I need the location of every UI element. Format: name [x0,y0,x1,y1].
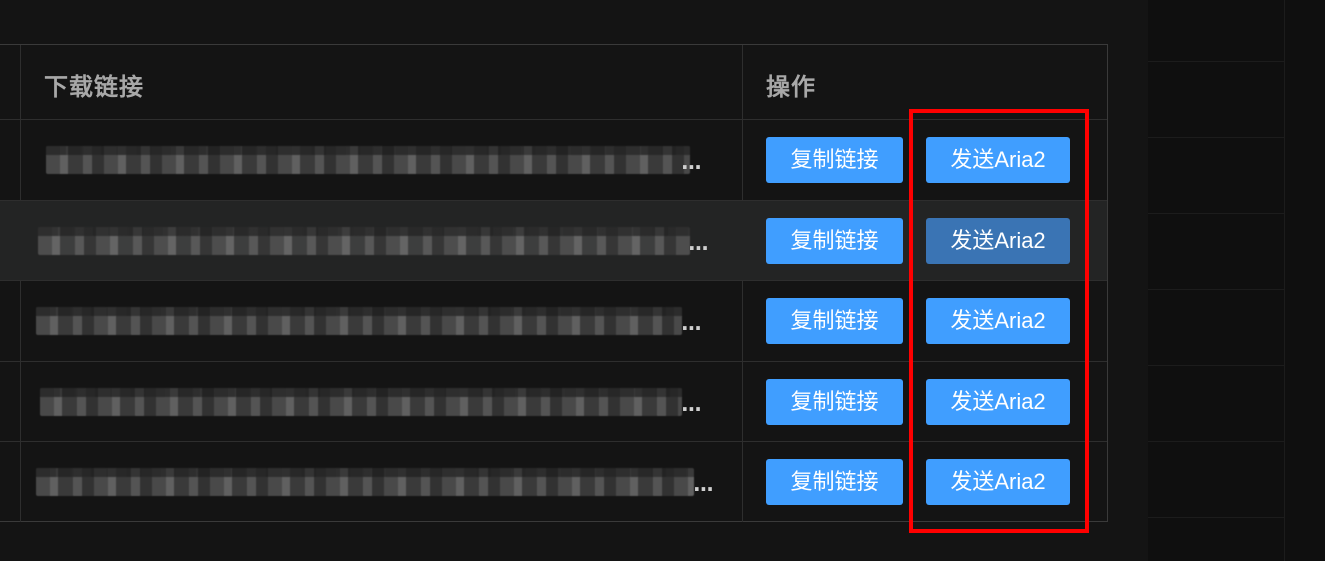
ellipsis: ... [688,230,709,255]
download-link-cell[interactable]: ... [36,442,714,522]
divider [1148,61,1284,62]
ellipsis: ... [693,472,714,496]
redacted-link-text [36,468,694,496]
divider [1148,441,1284,442]
table-row: ... 复制链接 发送Aria2 [0,201,1107,281]
redacted-link-text [38,226,690,255]
table-row: ... 复制链接 发送Aria2 [0,281,1107,362]
divider [1284,0,1285,561]
redacted-link-text [46,146,690,174]
redacted-link-text [40,387,682,416]
download-links-table: 下载链接 操作 ... 复制链接 发送Aria2 ... 复制链接 发送Aria… [0,44,1108,522]
download-link-cell[interactable]: ... [36,362,706,441]
page: 下载链接 操作 ... 复制链接 发送Aria2 ... 复制链接 发送Aria… [0,0,1325,561]
download-link-cell[interactable]: ... [36,120,706,200]
divider [1148,517,1284,518]
copy-link-button[interactable]: 复制链接 [766,298,903,344]
table-header-row: 下载链接 操作 [0,45,1107,120]
header-download-link: 下载链接 [44,73,144,101]
divider [1148,289,1284,290]
copy-link-button[interactable]: 复制链接 [766,459,903,505]
ellipsis: ... [681,311,702,335]
send-aria2-button[interactable]: 发送Aria2 [926,298,1070,344]
divider [1148,365,1284,366]
divider [1148,213,1284,214]
table-row: ... 复制链接 发送Aria2 [0,362,1107,442]
ellipsis: ... [681,391,702,416]
send-aria2-button[interactable]: 发送Aria2 [926,459,1070,505]
background-panel [1148,0,1325,561]
redacted-link-text [36,307,682,335]
divider [1148,137,1284,138]
send-aria2-button[interactable]: 发送Aria2 [926,217,1070,264]
send-aria2-button[interactable]: 发送Aria2 [926,378,1070,425]
copy-link-button[interactable]: 复制链接 [766,137,903,183]
ellipsis: ... [681,150,702,174]
download-link-cell[interactable]: ... [36,201,709,280]
header-actions: 操作 [766,73,816,101]
copy-link-button[interactable]: 复制链接 [766,217,903,264]
download-link-cell[interactable]: ... [36,281,706,361]
send-aria2-button[interactable]: 发送Aria2 [926,137,1070,183]
table-row: ... 复制链接 发送Aria2 [0,120,1107,201]
copy-link-button[interactable]: 复制链接 [766,378,903,425]
table-row: ... 复制链接 发送Aria2 [0,442,1107,522]
